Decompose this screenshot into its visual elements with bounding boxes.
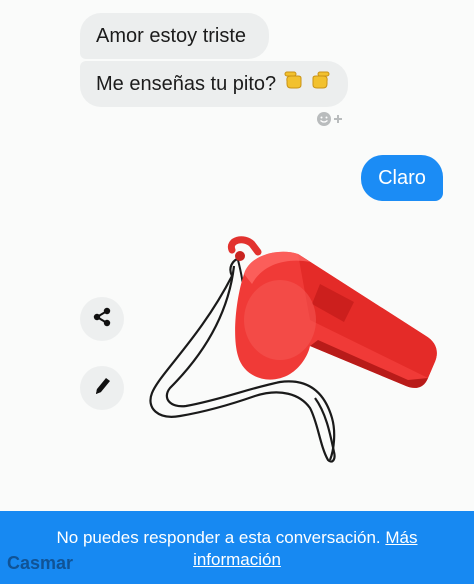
pencil-icon (91, 375, 113, 402)
banner-line-1: No puedes responder a esta conversación.… (0, 527, 474, 549)
received-message-1-text: Amor estoy triste (96, 25, 247, 47)
cannot-reply-notice: No puedes responder a esta conversación. (56, 528, 381, 547)
watermark-text: Casmar (7, 553, 74, 573)
received-message-1[interactable]: Amor estoy triste (80, 13, 269, 59)
share-button[interactable] (80, 297, 124, 341)
edit-button[interactable] (80, 366, 124, 410)
share-icon (91, 306, 113, 333)
pointing-hands-emoji-icon (284, 62, 330, 108)
add-reaction-icon[interactable] (315, 110, 345, 128)
received-message-2[interactable]: Me enseñas tu pito? (80, 61, 348, 107)
sent-message-1-text: Claro (378, 167, 426, 189)
whistle-sticker-image[interactable] (140, 228, 450, 468)
sent-message-1[interactable]: Claro (361, 155, 443, 201)
received-message-2-text: Me enseñas tu pito? (96, 73, 277, 95)
more-info-link-part-2[interactable]: información (193, 550, 281, 569)
more-info-link-part-1[interactable]: Más (385, 528, 417, 547)
